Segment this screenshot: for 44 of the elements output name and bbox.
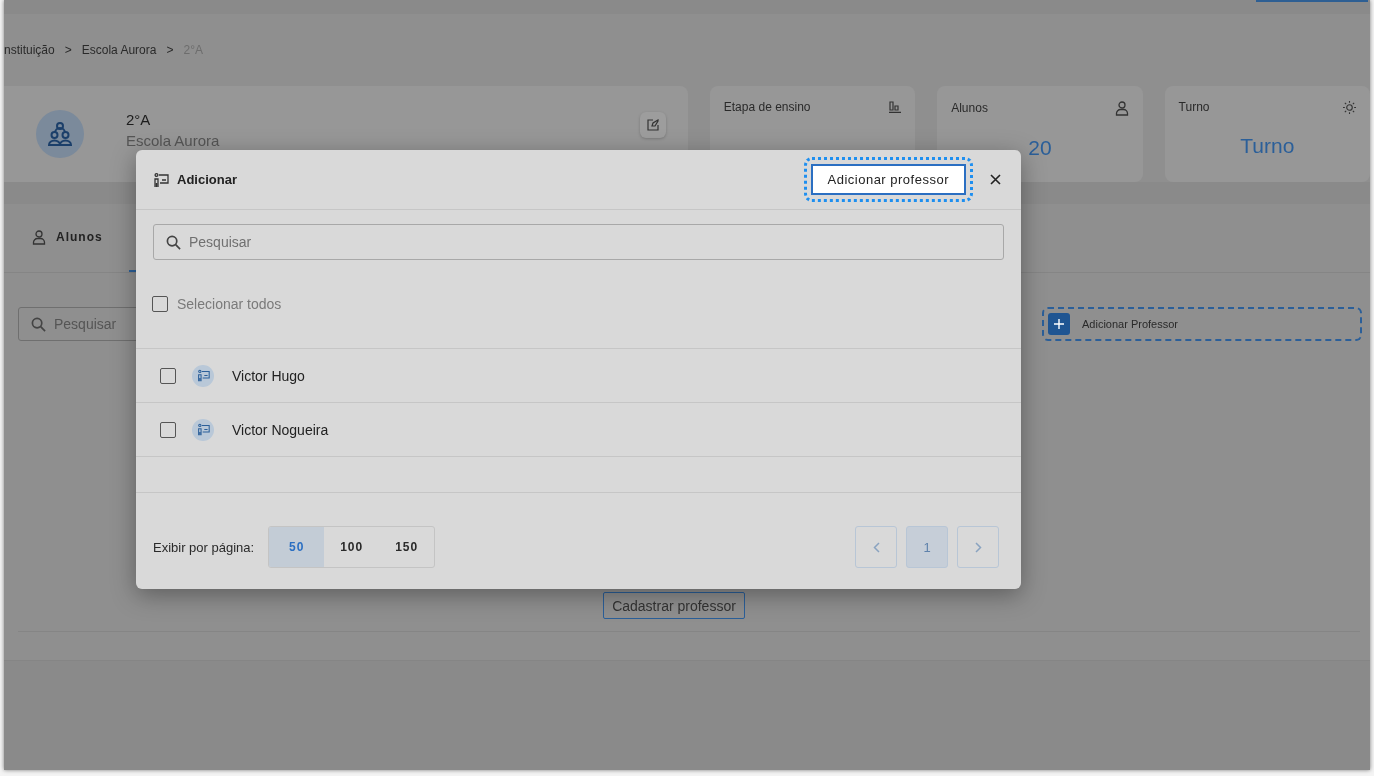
teacher-icon xyxy=(196,369,210,382)
page-size-label: Exibir por página: xyxy=(153,539,255,555)
chevron-right-icon xyxy=(974,541,982,553)
sun-icon xyxy=(1343,100,1356,114)
search-field[interactable]: Pesquisar xyxy=(153,224,1004,260)
tab[interactable]: Alunos xyxy=(26,204,109,272)
dialog-title: Adicionar xyxy=(177,172,238,187)
close-icon xyxy=(989,174,1001,185)
stat-value: Turno xyxy=(1239,134,1296,158)
page-size-option[interactable]: 150 xyxy=(379,527,435,567)
bar-chart-icon xyxy=(889,101,902,113)
plus-icon xyxy=(1048,313,1070,335)
breadcrumb-separator: > xyxy=(166,43,174,57)
stat-label: Turno xyxy=(1178,100,1210,114)
teacher-icon xyxy=(196,423,210,436)
class-title: 2°A xyxy=(126,111,152,128)
checkbox[interactable] xyxy=(152,296,168,312)
select-all-label[interactable]: Selecionar todos xyxy=(177,296,282,312)
register-teacher-button[interactable]: Cadastrar professor xyxy=(603,592,745,619)
breadcrumb-link[interactable]: nstituição xyxy=(4,43,55,57)
teacher-icon xyxy=(153,171,169,188)
breadcrumb-link[interactable]: Escola Aurora xyxy=(81,43,157,57)
search-icon xyxy=(166,234,181,250)
breadcrumb-separator: > xyxy=(64,43,72,57)
stat-value: 20 xyxy=(1027,136,1053,160)
page-size-option[interactable]: 100 xyxy=(324,527,380,567)
stat-label: Alunos xyxy=(951,101,988,115)
group-icon xyxy=(47,121,73,147)
page-size-option[interactable]: 50 xyxy=(269,527,325,567)
search-icon xyxy=(31,316,46,332)
person-icon xyxy=(32,229,46,245)
edit-icon xyxy=(646,119,659,131)
page-button[interactable]: 1 xyxy=(906,526,948,568)
person-icon xyxy=(1114,100,1129,116)
edit-button[interactable] xyxy=(639,112,666,138)
add-teacher-button[interactable]: Adicionar Professor xyxy=(1042,307,1362,341)
teacher-name: Victor Hugo xyxy=(232,367,305,384)
checkbox[interactable] xyxy=(160,421,176,438)
chevron-left-icon xyxy=(872,541,880,553)
teacher-name: Victor Nogueira xyxy=(232,421,329,438)
stat-label: Etapa de ensino xyxy=(723,100,811,114)
add-teacher-button[interactable]: Adicionar professor xyxy=(810,164,966,195)
class-school: Escola Aurora xyxy=(126,132,221,149)
checkbox[interactable] xyxy=(160,367,176,384)
